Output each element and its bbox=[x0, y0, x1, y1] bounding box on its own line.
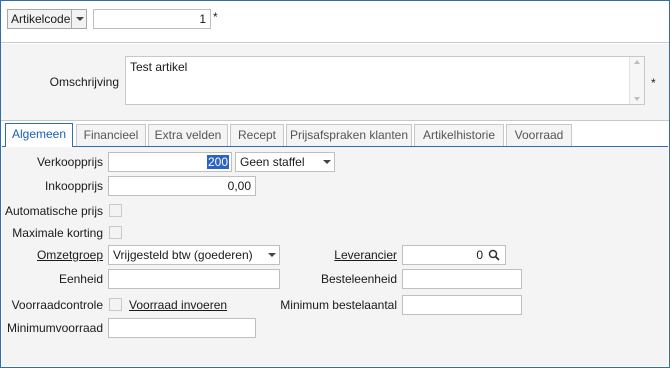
tab-recept[interactable]: Recept bbox=[230, 124, 284, 146]
inkoopprijs-input[interactable]: 0,00 bbox=[108, 176, 256, 196]
tab-label: Financieel bbox=[83, 128, 139, 142]
besteleenheid-label: Besteleenheid bbox=[320, 272, 397, 286]
voorraad-invoeren-link[interactable]: Voorraad invoeren bbox=[129, 297, 227, 313]
minimum-bestelaantal-label: Minimum bestelaantal bbox=[280, 298, 397, 312]
tab-label: Extra velden bbox=[154, 128, 222, 142]
scroll-down-icon[interactable] bbox=[634, 97, 640, 101]
chevron-down-icon bbox=[323, 160, 331, 164]
staffel-value: Geen staffel bbox=[240, 155, 305, 169]
inkoopprijs-label: Inkoopprijs bbox=[44, 179, 103, 193]
article-code-input[interactable]: 1 bbox=[93, 9, 211, 29]
voorraadcontrole-label: Voorraadcontrole bbox=[11, 298, 103, 312]
verkoopprijs-label: Verkoopprijs bbox=[36, 155, 103, 169]
verkoopprijs-input[interactable]: 200 bbox=[108, 152, 232, 172]
automatische-prijs-label: Automatische prijs bbox=[4, 204, 103, 218]
staffel-dropdown[interactable]: Geen staffel bbox=[235, 152, 335, 172]
key-type-label: Artikelcode bbox=[11, 12, 71, 26]
chevron-down-icon bbox=[268, 253, 276, 257]
description-text: Test artikel bbox=[130, 60, 188, 74]
key-type-dropdown[interactable]: Artikelcode bbox=[7, 9, 87, 29]
tab-label: Algemeen bbox=[11, 127, 67, 141]
verkoopprijs-selected-text: 200 bbox=[206, 155, 229, 169]
description-scrollbar[interactable] bbox=[629, 57, 644, 104]
maximale-korting-checkbox[interactable] bbox=[109, 226, 122, 239]
maximale-korting-label: Maximale korting bbox=[12, 226, 103, 240]
tab-financieel[interactable]: Financieel bbox=[76, 124, 146, 146]
omzetgroep-link[interactable]: Omzetgroep bbox=[3, 247, 103, 263]
tab-voorraad[interactable]: Voorraad bbox=[506, 124, 572, 146]
tab-label: Artikelhistorie bbox=[422, 128, 496, 142]
description-label: Omschrijving bbox=[49, 75, 119, 89]
article-window: Artikelcode 1 * Omschrijving Test artike… bbox=[0, 0, 670, 368]
key-type-divider bbox=[71, 10, 72, 28]
minimumvoorraad-input[interactable] bbox=[108, 318, 256, 338]
chevron-down-icon bbox=[76, 17, 84, 21]
besteleenheid-input[interactable] bbox=[402, 269, 522, 289]
tab-algemeen[interactable]: Algemeen bbox=[5, 123, 73, 147]
leverancier-link[interactable]: Leverancier bbox=[291, 247, 397, 263]
leverancier-input[interactable]: 0 bbox=[402, 245, 506, 265]
voorraadcontrole-checkbox[interactable] bbox=[109, 298, 122, 311]
eenheid-input[interactable] bbox=[108, 269, 280, 289]
tab-artikelhistorie[interactable]: Artikelhistorie bbox=[414, 124, 504, 146]
article-code-required-mark: * bbox=[213, 10, 218, 24]
search-icon[interactable] bbox=[488, 249, 500, 261]
tab-prijsafspraken-klanten[interactable]: Prijsafspraken klanten bbox=[286, 124, 412, 146]
leverancier-value: 0 bbox=[476, 248, 483, 262]
description-required-mark: * bbox=[651, 76, 656, 90]
omzetgroep-dropdown[interactable]: Vrijgesteld btw (goederen) bbox=[108, 245, 280, 265]
omzetgroep-value: Vrijgesteld btw (goederen) bbox=[113, 248, 253, 262]
automatische-prijs-checkbox[interactable] bbox=[109, 204, 122, 217]
tab-label: Voorraad bbox=[514, 128, 564, 142]
tab-label: Recept bbox=[237, 128, 277, 142]
eenheid-label: Eenheid bbox=[58, 272, 103, 286]
minimumvoorraad-label: Minimumvoorraad bbox=[6, 321, 103, 335]
scroll-up-icon[interactable] bbox=[634, 60, 640, 64]
minimum-bestelaantal-input[interactable] bbox=[402, 295, 522, 315]
tab-extra-velden[interactable]: Extra velden bbox=[148, 124, 228, 146]
description-textarea[interactable]: Test artikel bbox=[125, 56, 645, 105]
tab-label: Prijsafspraken klanten bbox=[289, 128, 409, 142]
